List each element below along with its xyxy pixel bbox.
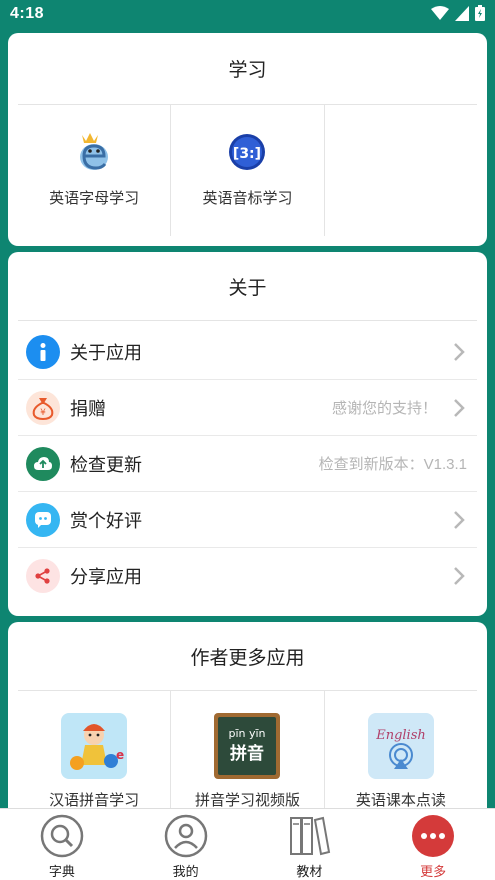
- info-icon: [26, 334, 60, 369]
- money-bag-icon: ¥: [26, 390, 60, 425]
- chevron-right-icon: [454, 399, 465, 417]
- english-book-icon: English: [367, 713, 434, 779]
- chat-bubble-icon: [26, 502, 60, 537]
- pinyin-video-app-label: 拼音学习视频版: [194, 792, 300, 809]
- user-icon: [164, 814, 207, 858]
- about-card-title: 关于: [18, 252, 477, 321]
- pinyin-app-label: 汉语拼音学习: [49, 792, 140, 809]
- donate-thanks-text: 感谢您的支持！: [331, 400, 437, 417]
- pinyin-video-app-item[interactable]: pīn yīn 拼音 拼音学习视频版: [171, 691, 325, 822]
- books-icon: [290, 816, 331, 856]
- english-logo-text: English: [375, 728, 426, 743]
- share-app-label: 分享应用: [70, 567, 142, 587]
- svg-text:[3:]: [3:]: [233, 146, 261, 162]
- search-icon: [40, 814, 84, 858]
- chevron-right-icon: [454, 567, 465, 585]
- svg-text:¥: ¥: [40, 408, 46, 418]
- letter-learning-label: 英语字母学习: [49, 190, 140, 207]
- donate-label: 捐赠: [70, 398, 106, 419]
- version-text: 检查到新版本：V1.3.1: [318, 456, 467, 473]
- more-icon: [412, 815, 455, 857]
- status-bar: 4:18: [0, 0, 495, 28]
- english-book-app-label: 英语课本点读: [355, 792, 446, 809]
- nav-textbook[interactable]: 教材: [248, 809, 372, 880]
- empty-cell: [325, 105, 477, 236]
- about-card: 关于 关于应用 ¥ 捐赠 感谢您的支持！ 检查更新 检查到新版本：V1.3.1: [8, 252, 487, 616]
- rate-app-label: 赏个好评: [70, 510, 142, 531]
- more-apps-title: 作者更多应用: [18, 622, 477, 691]
- phonetic-icon: [3:]: [229, 134, 266, 170]
- wifi-icon: [431, 5, 449, 20]
- nav-textbook-label: 教材: [296, 864, 323, 879]
- nav-mine-label: 我的: [172, 864, 199, 879]
- check-update-row[interactable]: 检查更新 检查到新版本：V1.3.1: [18, 436, 477, 492]
- share-app-row[interactable]: 分享应用: [18, 548, 477, 604]
- learning-card-title: 学习: [18, 33, 477, 105]
- svg-text:e: e: [116, 748, 124, 762]
- phonetic-learning-item[interactable]: [3:] 英语音标学习: [171, 105, 325, 236]
- nav-more[interactable]: 更多: [371, 809, 495, 880]
- rate-app-row[interactable]: 赏个好评: [18, 492, 477, 548]
- check-update-label: 检查更新: [70, 454, 142, 475]
- signal-icon: [455, 5, 469, 21]
- status-time: 4:18: [10, 5, 45, 22]
- about-app-row[interactable]: 关于应用: [18, 324, 477, 380]
- letter-learning-item[interactable]: 英语字母学习: [18, 105, 172, 236]
- share-icon: [26, 559, 60, 593]
- about-app-label: 关于应用: [70, 342, 142, 363]
- donate-row[interactable]: ¥ 捐赠 感谢您的支持！: [18, 380, 477, 436]
- nav-more-label: 更多: [420, 864, 447, 879]
- nav-dictionary[interactable]: 字典: [0, 809, 124, 880]
- english-book-app-item[interactable]: English 英语课本点读: [325, 691, 477, 822]
- chevron-right-icon: [454, 511, 465, 529]
- bottom-nav: 字典 我的 教材 更多: [0, 808, 495, 880]
- more-apps-card: 作者更多应用 e 汉语拼音学习 pīn yīn 拼音 拼音学习视频版 Engli…: [8, 622, 487, 822]
- nav-mine[interactable]: 我的: [124, 809, 248, 880]
- phonetic-learning-label: 英语音标学习: [202, 190, 293, 207]
- chalkboard-icon: pīn yīn 拼音: [214, 713, 281, 779]
- pinyin-app-item[interactable]: e 汉语拼音学习: [18, 691, 172, 822]
- chalkboard-line1: pīn yīn: [229, 727, 266, 740]
- chalkboard-line2: 拼音: [230, 743, 264, 764]
- pinyin-cartoon-icon: e: [61, 713, 128, 779]
- learning-card: 学习 英语字母学习 [3:] 英语音标学习: [8, 33, 487, 246]
- battery-icon: [475, 5, 485, 21]
- chevron-right-icon: [454, 343, 465, 361]
- nav-dictionary-label: 字典: [48, 864, 75, 879]
- letter-e-icon: [80, 133, 109, 170]
- cloud-upload-icon: [26, 446, 60, 481]
- status-icons: [431, 5, 485, 21]
